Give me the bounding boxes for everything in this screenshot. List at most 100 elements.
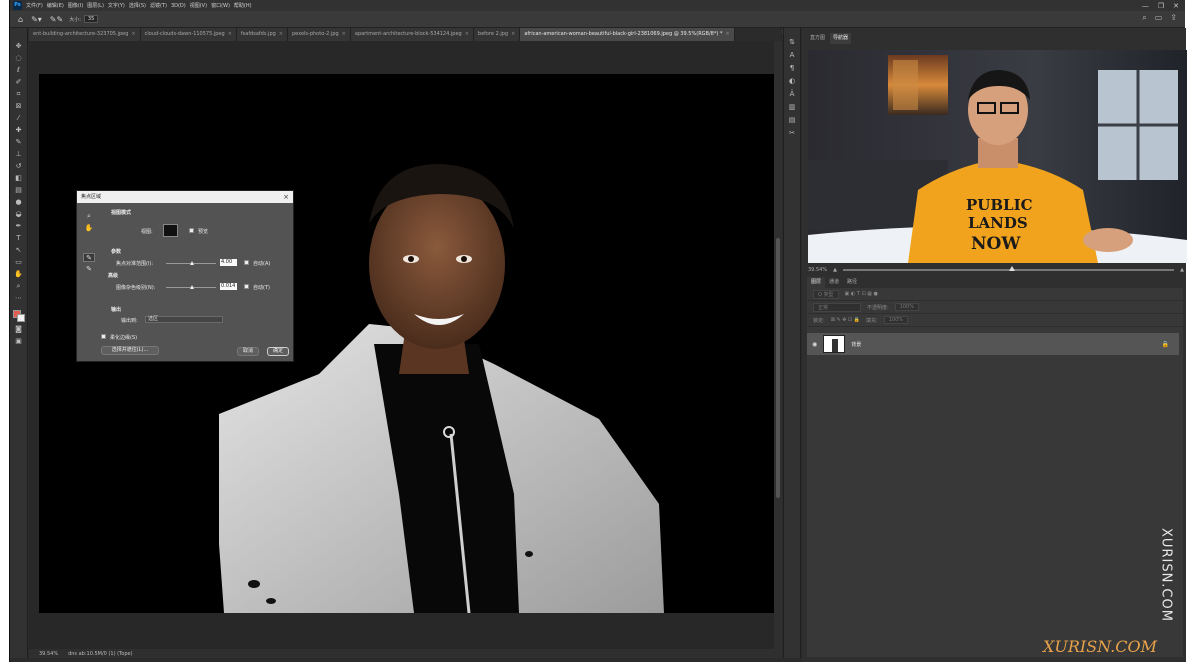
menu-view[interactable]: 视图(V) xyxy=(190,2,207,9)
restore-button[interactable]: ❐ xyxy=(1158,2,1164,10)
focus-add-brush-icon[interactable]: ✎ xyxy=(83,253,95,262)
close-tab-icon[interactable]: × xyxy=(465,31,469,37)
blur-tool-icon[interactable]: ● xyxy=(14,198,24,207)
menu-type[interactable]: 文字(Y) xyxy=(108,2,125,9)
preview-checkbox[interactable] xyxy=(189,228,194,233)
shape-tool-icon[interactable]: ▭ xyxy=(14,258,24,267)
tab-navigator[interactable]: 导航器 xyxy=(830,33,852,44)
more-tools-icon[interactable]: ⋯ xyxy=(14,294,24,303)
glyphs-panel-icon[interactable]: Ä xyxy=(787,90,797,99)
tab-document-3[interactable]: fsafdsafds.jpg × xyxy=(236,28,288,41)
zoom-out-icon[interactable]: ▲ xyxy=(833,267,837,273)
dodge-tool-icon[interactable]: ◒ xyxy=(14,210,24,219)
menu-help[interactable]: 帮助(H) xyxy=(234,2,252,9)
advanced-heading[interactable]: 高级 xyxy=(108,272,118,279)
fill-input[interactable]: 100% xyxy=(883,316,909,324)
tab-paths[interactable]: 路径 xyxy=(843,277,861,288)
tab-document-1[interactable]: ent-building-architecture-323705.jpeg × xyxy=(29,28,141,41)
lock-icons[interactable]: ⊠ ✎ ✥ ⊡ 🔒 xyxy=(831,317,860,323)
tab-document-6[interactable]: before 2.jpg × xyxy=(473,28,521,41)
character-panel-icon[interactable]: A xyxy=(787,51,797,60)
eye-icon[interactable]: ◉ xyxy=(812,341,817,348)
tab-histogram[interactable]: 直方图 xyxy=(807,33,828,44)
paragraph-panel-icon[interactable]: ¶ xyxy=(787,64,797,73)
lasso-tool-icon[interactable]: ℓ xyxy=(14,66,24,75)
gradient-tool-icon[interactable]: ▤ xyxy=(14,186,24,195)
crop-tool-icon[interactable]: ⌗ xyxy=(14,90,24,99)
marquee-tool-icon[interactable]: ◌ xyxy=(14,54,24,63)
lock-icon[interactable]: 🔒 xyxy=(1162,341,1169,348)
navigator-zoom-value[interactable]: 39.54% xyxy=(808,267,827,273)
close-icon[interactable]: × xyxy=(283,191,289,203)
select-and-mask-button[interactable]: 选择并遮住(L)... xyxy=(101,346,159,355)
menu-window[interactable]: 窗口(W) xyxy=(211,2,230,9)
tools-panel-icon[interactable]: ✂ xyxy=(787,129,797,138)
workspace-icon[interactable]: ▭ xyxy=(1155,13,1163,23)
brush-preset-icon[interactable]: ✎▾ xyxy=(31,15,42,24)
brush-mode-icon[interactable]: ✎✎ xyxy=(50,15,63,24)
tab-layers[interactable]: 图层 xyxy=(807,277,826,288)
libraries-panel-icon[interactable]: ▥ xyxy=(787,103,797,112)
auto-t-checkbox[interactable] xyxy=(244,284,249,289)
focus-range-input[interactable]: 4.00 xyxy=(220,259,237,266)
menu-image[interactable]: 图像(I) xyxy=(68,2,83,9)
background-color[interactable] xyxy=(16,314,25,322)
filter-icons[interactable]: ▣ ◐ T ⊡ ▦ ● xyxy=(845,291,878,297)
opacity-input[interactable]: 100% xyxy=(894,303,919,311)
layer-row-background[interactable]: ◉ 背景 🔒 xyxy=(807,333,1179,355)
pen-tool-icon[interactable]: ✒ xyxy=(14,222,24,231)
brush-tool-icon[interactable]: ✎ xyxy=(14,138,24,147)
share-icon[interactable]: ⇪ xyxy=(1170,13,1177,23)
document-info[interactable]: dns ab:10.5M/0 (1) (Tope) xyxy=(68,651,132,657)
output-to-select[interactable]: 选区 xyxy=(145,316,223,323)
zoom-in-icon[interactable]: ▲ xyxy=(1180,267,1184,273)
menu-file[interactable]: 文件(F) xyxy=(26,2,43,9)
tab-document-5[interactable]: apartment-architecture-block-534124.jpeg… xyxy=(350,28,474,41)
vertical-scrollbar[interactable] xyxy=(774,41,782,649)
ok-button[interactable]: 确定 xyxy=(267,347,289,356)
zoom-slider[interactable] xyxy=(842,265,1175,271)
type-tool-icon[interactable]: T xyxy=(14,234,24,243)
hand-tool-icon[interactable]: ✋ xyxy=(14,270,24,279)
layer-filter-select[interactable]: Q 类型 xyxy=(813,289,839,299)
view-thumbnail[interactable] xyxy=(163,224,178,237)
stamp-tool-icon[interactable]: ⊥ xyxy=(14,150,24,159)
tab-document-4[interactable]: pexels-photo-2.jpg × xyxy=(288,28,351,41)
close-tab-icon[interactable]: × xyxy=(131,31,135,37)
menu-layer[interactable]: 图层(L) xyxy=(87,2,104,9)
noise-level-input[interactable]: 0.014 xyxy=(220,283,237,290)
scroll-thumb[interactable] xyxy=(776,238,780,498)
zoom-tool-icon[interactable]: ⌕ xyxy=(14,282,24,291)
close-tab-icon[interactable]: × xyxy=(228,31,232,37)
move-tool-icon[interactable]: ✥ xyxy=(14,42,24,51)
focus-subtract-brush-icon[interactable]: ✎ xyxy=(83,265,95,274)
notes-panel-icon[interactable]: ▤ xyxy=(787,116,797,125)
focus-range-slider[interactable] xyxy=(166,261,216,265)
eraser-tool-icon[interactable]: ◧ xyxy=(14,174,24,183)
search-icon[interactable]: ⌕ xyxy=(1142,13,1146,23)
close-tab-icon[interactable]: × xyxy=(279,31,283,37)
tab-document-2[interactable]: cloud-clouds-dawn-110575.jpeg × xyxy=(140,28,237,41)
menu-3d[interactable]: 3D(D) xyxy=(171,3,186,9)
zoom-readout[interactable]: 39.54% xyxy=(39,651,58,657)
tab-document-active[interactable]: african-american-woman-beautiful-black-g… xyxy=(520,28,735,41)
noise-level-slider[interactable] xyxy=(166,285,216,289)
screen-mode-icon[interactable]: ▣ xyxy=(14,337,24,346)
quick-select-tool-icon[interactable]: ✐ xyxy=(14,78,24,87)
cancel-button[interactable]: 取消 xyxy=(237,347,259,356)
path-select-tool-icon[interactable]: ↖ xyxy=(14,246,24,255)
close-tab-icon[interactable]: × xyxy=(342,31,346,37)
tab-channels[interactable]: 通道 xyxy=(825,277,843,288)
close-tab-icon[interactable]: × xyxy=(725,31,729,37)
quick-mask-icon[interactable]: ◙ xyxy=(14,325,24,334)
home-icon[interactable]: ⌂ xyxy=(18,15,23,24)
size-input[interactable]: 35 xyxy=(83,15,99,23)
adjustments-panel-icon[interactable]: ◐ xyxy=(787,77,797,86)
hand-icon[interactable]: ✋ xyxy=(83,224,95,233)
color-swatches[interactable] xyxy=(12,310,25,322)
menu-filter[interactable]: 滤镜(T) xyxy=(150,2,167,9)
zoom-icon[interactable]: ⌕ xyxy=(83,212,95,221)
close-tab-icon[interactable]: × xyxy=(511,31,515,37)
auto-a-checkbox[interactable] xyxy=(244,260,249,265)
close-window-button[interactable]: ✕ xyxy=(1173,2,1179,10)
